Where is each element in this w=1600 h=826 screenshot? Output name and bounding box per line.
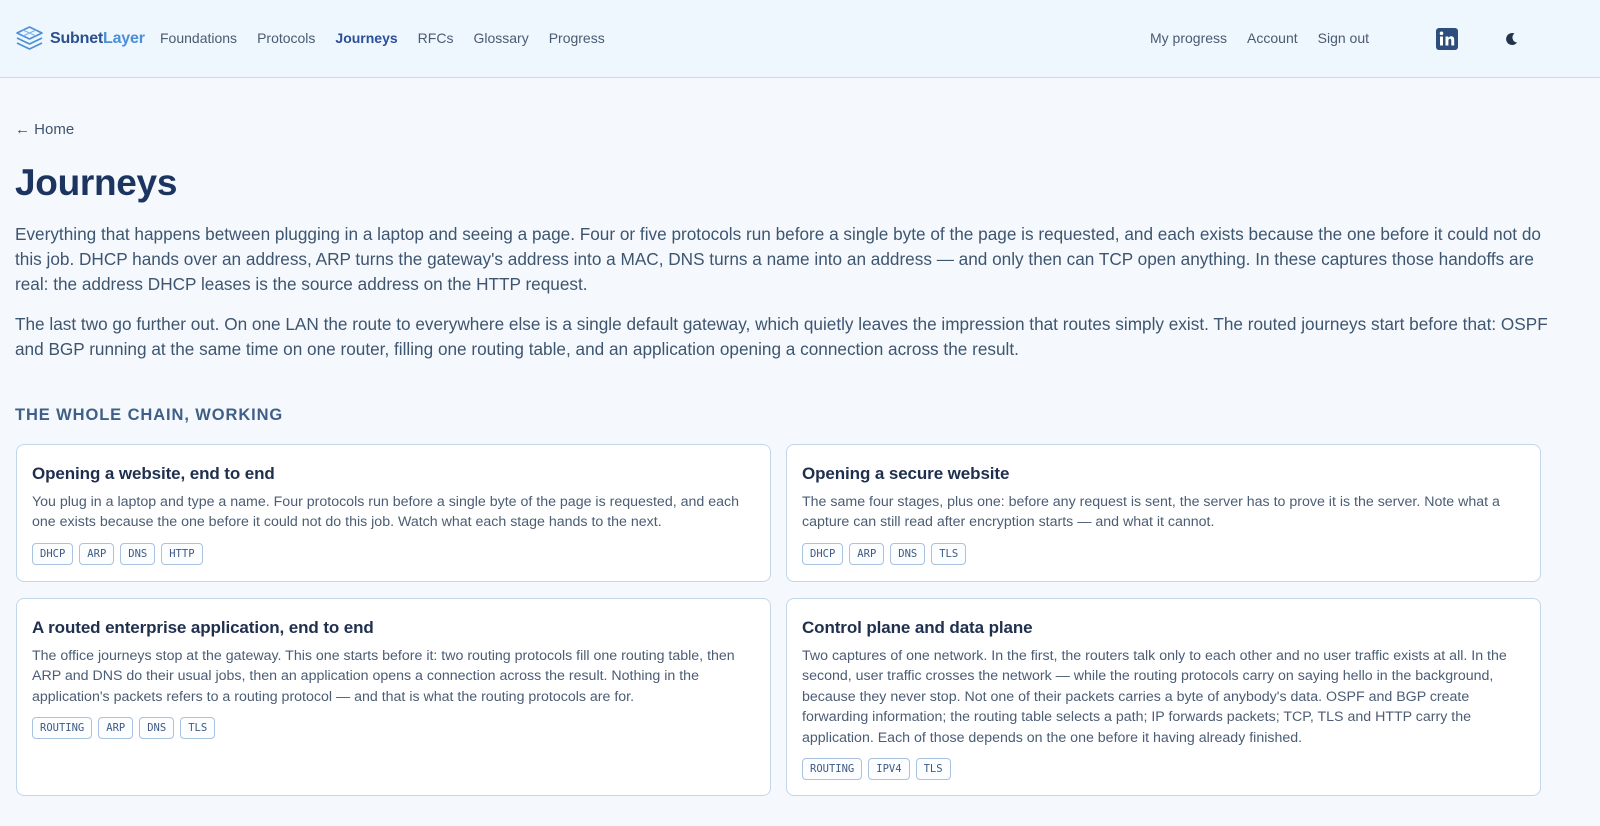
card-title: Opening a secure website xyxy=(802,464,1010,483)
nav-journeys[interactable]: Journeys xyxy=(335,30,397,46)
tag-arp: ARP xyxy=(79,542,115,565)
tag-dhcp: DHCP xyxy=(32,542,74,565)
linkedin-icon[interactable] xyxy=(1436,28,1458,50)
tag-dns: DNS xyxy=(890,542,926,565)
card-description: The same four stages, plus one: before a… xyxy=(802,494,1500,531)
tag-routing: ROUTING xyxy=(32,717,93,740)
card-title: Control plane and data plane xyxy=(802,618,1033,637)
journey-card-control-data-plane[interactable]: Control plane and data plane Two capture… xyxy=(786,598,1541,796)
tag-arp: ARP xyxy=(849,542,885,565)
tag-dns: DNS xyxy=(120,542,156,565)
tag-tls: TLS xyxy=(180,717,216,740)
primary-nav: Foundations Protocols Journeys RFCs Glos… xyxy=(160,30,625,46)
tag-tls: TLS xyxy=(915,758,951,781)
section-heading: THE WHOLE CHAIN, WORKING xyxy=(15,406,284,424)
nav-foundations[interactable]: Foundations xyxy=(160,30,237,46)
card-description: Two captures of one network. In the firs… xyxy=(802,648,1507,746)
tag-arp: ARP xyxy=(98,717,134,740)
card-tags: DHCP ARP DNS HTTP xyxy=(32,542,755,565)
tag-dhcp: DHCP xyxy=(802,542,844,565)
card-description: You plug in a laptop and type a name. Fo… xyxy=(32,494,739,531)
nav-glossary[interactable]: Glossary xyxy=(473,30,528,46)
sign-out-link[interactable]: Sign out xyxy=(1318,30,1369,46)
intro-paragraph-2: The last two go further out. On one LAN … xyxy=(15,314,1548,359)
moon-icon[interactable] xyxy=(1503,31,1519,47)
tag-http: HTTP xyxy=(161,542,203,565)
nav-rfcs[interactable]: RFCs xyxy=(418,30,454,46)
layers-logo-icon xyxy=(16,26,43,50)
card-tags: DHCP ARP DNS TLS xyxy=(802,542,1525,565)
tag-tls: TLS xyxy=(931,542,967,565)
tag-ipv4: IPV4 xyxy=(868,758,910,781)
journey-card-secure-website[interactable]: Opening a secure website The same four s… xyxy=(786,444,1541,582)
journey-card-routed-enterprise[interactable]: A routed enterprise application, end to … xyxy=(16,598,771,796)
journey-card-website[interactable]: Opening a website, end to end You plug i… xyxy=(16,444,771,582)
brand-logo-link[interactable]: SubnetLayer xyxy=(15,25,145,53)
card-title: Opening a website, end to end xyxy=(32,464,275,483)
card-tags: ROUTING IPV4 TLS xyxy=(802,758,1525,781)
nav-progress[interactable]: Progress xyxy=(549,30,605,46)
nav-protocols[interactable]: Protocols xyxy=(257,30,315,46)
tag-dns: DNS xyxy=(139,717,175,740)
tag-routing: ROUTING xyxy=(802,758,863,781)
account-link[interactable]: Account xyxy=(1247,30,1298,46)
card-title: A routed enterprise application, end to … xyxy=(32,618,374,637)
account-nav: My progress Account Sign out xyxy=(1150,30,1600,46)
card-tags: ROUTING ARP DNS TLS xyxy=(32,717,755,740)
top-navigation-bar: SubnetLayer Foundations Protocols Journe… xyxy=(0,0,1600,78)
back-home-link[interactable]: ← Home xyxy=(15,121,74,138)
brand-name: SubnetLayer xyxy=(50,30,145,47)
my-progress-link[interactable]: My progress xyxy=(1150,30,1227,46)
intro-paragraph-1: Everything that happens between plugging… xyxy=(15,224,1541,294)
page-title: Journeys xyxy=(15,162,178,203)
card-description: The office journeys stop at the gateway.… xyxy=(32,648,735,705)
